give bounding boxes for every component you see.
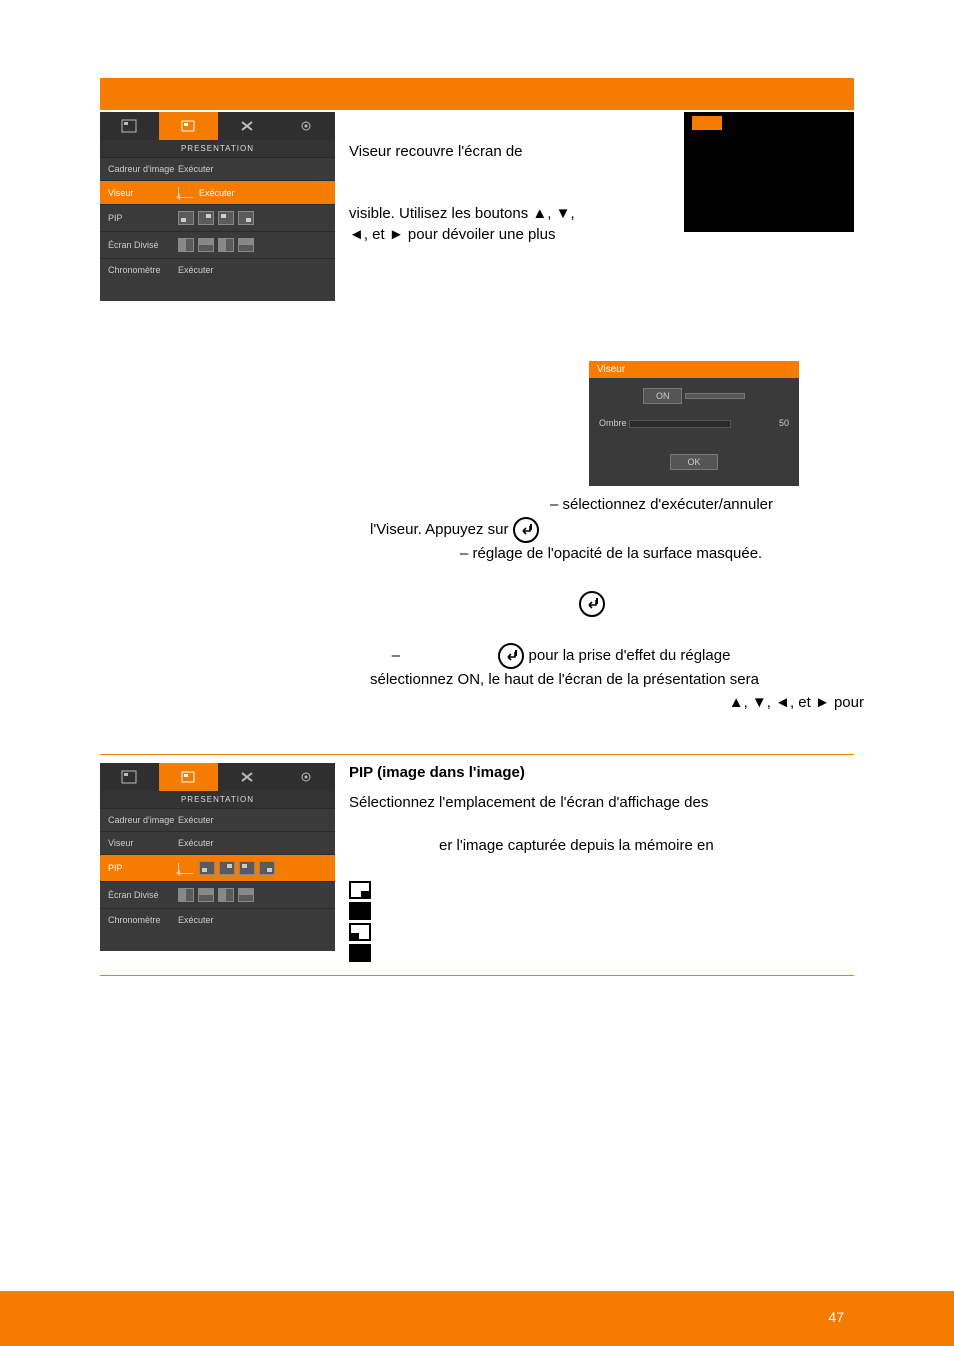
osd-tab-image-icon <box>100 763 159 791</box>
viseur-sub-title: Viseur <box>589 361 799 378</box>
osd-tab-settings-icon <box>276 763 335 791</box>
enter-icon <box>579 591 605 617</box>
viseur-line1: Viseur recouvre l'écran de <box>349 142 676 162</box>
viseur-shadow-value: 50 <box>779 418 789 428</box>
osd-row-ecran-divise: Écran Divisé <box>100 881 335 908</box>
pip-pos-bottom-left-icon <box>349 923 371 941</box>
viseur-on-button: ON <box>643 388 683 404</box>
osd-tab-tools-icon <box>218 112 277 140</box>
pip-pos-bottom-right-icon <box>349 881 371 899</box>
viseur-description: Viseur recouvre l'écran de visible. Util… <box>335 112 676 301</box>
viseur-off-button <box>685 393 745 399</box>
section-divider <box>100 754 854 755</box>
pip-line1: Sélectionnez l'emplacement de l'écran d'… <box>349 793 854 813</box>
osd-tab-settings-icon <box>276 112 335 140</box>
osd-row-pip: PIP <box>100 854 335 881</box>
enter-icon <box>498 643 524 669</box>
viseur-sub-panel: Viseur ON Ombre 50 OK <box>589 361 799 486</box>
enter-icon <box>178 863 193 874</box>
osd-row-viseur: ViseurExécuter <box>100 180 335 204</box>
viseur-line2: visible. Utilisez les boutons ▲, ▼, <box>349 204 676 224</box>
osd-row-cadreur: Cadreur d'imageExécuter <box>100 808 335 831</box>
osd-row-chronometre: ChronomètreExécuter <box>100 258 335 281</box>
osd-tab-presentation-icon <box>159 112 218 140</box>
osd-row-chronometre: ChronomètreExécuter <box>100 908 335 931</box>
osd-row-ecran-divise: Écran Divisé <box>100 231 335 258</box>
osd-row-cadreur: Cadreur d'imageExécuter <box>100 157 335 180</box>
viseur-ok-button: OK <box>670 454 717 470</box>
osd-tab-tools-icon <box>218 763 277 791</box>
page-footer: 47 <box>0 1291 954 1346</box>
osd-screenshot-viseur: PRESENTATION Cadreur d'imageExécuter Vis… <box>100 112 335 301</box>
osd-tab-presentation-icon <box>159 763 218 791</box>
osd-tab-image-icon <box>100 112 159 140</box>
osd-row-viseur: ViseurExécuter <box>100 831 335 854</box>
osd-section-title: PRESENTATION <box>100 140 335 157</box>
pip-pos-full-bl-icon <box>349 944 371 962</box>
osd-section-title: PRESENTATION <box>100 791 335 808</box>
viseur-shadow-slider <box>629 420 731 428</box>
osd-row-pip: PIP <box>100 204 335 231</box>
section-divider <box>100 975 854 976</box>
orange-header-bar <box>100 78 854 110</box>
enter-icon <box>513 517 539 543</box>
enter-icon <box>178 187 193 198</box>
page-number: 47 <box>828 1309 844 1325</box>
viseur-line3: ◄, et ► pour dévoiler une plus <box>349 225 676 245</box>
viseur-preview-image <box>684 112 854 232</box>
pip-pos-full-br-icon <box>349 902 371 920</box>
viseur-sub-text: – sélectionnez d'exécuter/annuler l'Vise… <box>370 494 854 714</box>
osd-screenshot-pip: PRESENTATION Cadreur d'imageExécuter Vis… <box>100 763 335 965</box>
pip-line2: er l'image capturée depuis la mémoire en <box>439 836 854 856</box>
viseur-shadow-label: Ombre <box>599 418 627 428</box>
pip-heading: PIP (image dans l'image) <box>349 763 854 783</box>
